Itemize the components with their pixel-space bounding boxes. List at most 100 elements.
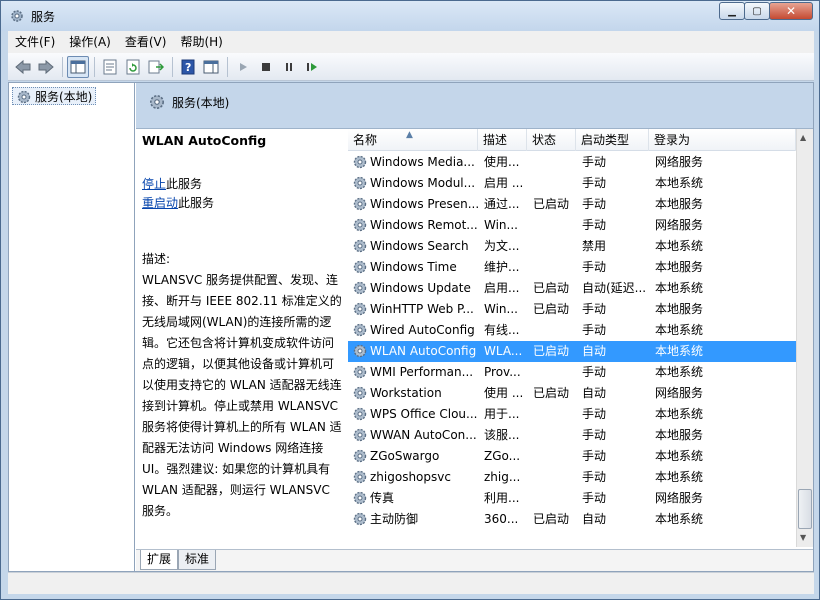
description-line: 以使用支持它的 WLAN 适配器无线连 [142, 378, 342, 392]
start-service-button[interactable] [232, 56, 254, 78]
service-startup-type-cell: 手动 [582, 470, 607, 484]
restart-service-link[interactable]: 重启动 [142, 196, 178, 210]
export-list-button[interactable] [145, 56, 167, 78]
column-header-log-on-as[interactable]: 登录为 [649, 129, 796, 151]
tab-label: 扩展 [147, 552, 172, 566]
tab-extended[interactable]: 扩展 [140, 550, 179, 570]
scroll-up-icon[interactable]: ▲ [800, 133, 806, 142]
service-description-cell: 为文... [484, 239, 520, 253]
status-bar [8, 572, 814, 594]
description-line: 服务将使得计算机上的所有 WLAN 适 [142, 420, 342, 434]
column-header-description[interactable]: 描述 [478, 129, 527, 151]
action-pane-button[interactable] [200, 56, 222, 78]
toolbar: ? [8, 53, 814, 81]
table-row[interactable]: Windows Presen... 通过... 已启动 手动 本地服务 [348, 194, 796, 215]
restart-service-button[interactable] [301, 56, 323, 78]
table-row[interactable]: WMI Performan... Prov... 手动 本地系统 [348, 362, 796, 383]
service-startup-type-cell: 手动 [582, 197, 607, 211]
vertical-scrollbar[interactable]: ▲ ▼ [796, 129, 813, 547]
tree-item-services-local[interactable]: 服务(本地) [12, 87, 97, 105]
service-description-cell: 维护... [484, 260, 520, 274]
service-startup-type-cell: 手动 [582, 428, 607, 442]
table-row[interactable]: Workstation 使用 ... 已启动 自动 网络服务 [348, 383, 796, 404]
column-header-startup-type[interactable]: 启动类型 [576, 129, 649, 151]
menu-view[interactable]: 查看(V) [118, 31, 174, 53]
menu-action[interactable]: 操作(A) [62, 31, 118, 53]
column-header-name[interactable]: ▲ 名称 [348, 129, 478, 151]
service-gear-icon [353, 260, 367, 274]
pause-service-button[interactable] [278, 56, 300, 78]
table-row[interactable]: Windows Search 为文... 禁用 本地系统 [348, 236, 796, 257]
service-startup-type-cell: 自动 [582, 512, 607, 526]
back-button[interactable] [12, 56, 34, 78]
service-status-cell [533, 215, 578, 236]
close-button[interactable]: ✕ [769, 2, 813, 20]
tab-standard[interactable]: 标准 [178, 550, 217, 570]
stop-service-link[interactable]: 停止 [142, 177, 166, 191]
table-row[interactable]: WinHTTP Web P... Win... 已启动 手动 本地服务 [348, 299, 796, 320]
description-line: 配器无法访问 Windows 网络连接 [142, 441, 324, 455]
minimize-button[interactable]: ▁ [719, 2, 745, 20]
refresh-button[interactable] [122, 56, 144, 78]
title-bar[interactable]: 服务 ▁ ▢ ✕ [1, 1, 819, 31]
tree-item-label: 服务(本地) [35, 90, 93, 104]
column-header-label: 名称 [353, 133, 378, 147]
toolbar-separator [62, 56, 63, 77]
service-name-cell: Windows Presen... [370, 197, 478, 211]
service-name-cell: Windows Remot... [370, 218, 478, 232]
table-row[interactable]: zhigoshopsvc zhig... 手动 本地系统 [348, 467, 796, 488]
service-gear-icon [353, 491, 367, 505]
table-row[interactable]: 传真 利用... 手动 网络服务 [348, 488, 796, 509]
table-row[interactable]: Windows Modul... 启用 ... 手动 本地系统 [348, 173, 796, 194]
restart-service-suffix: 此服务 [178, 196, 215, 210]
service-description-cell: Win... [484, 302, 518, 316]
service-startup-type-cell: 自动 [582, 344, 607, 358]
selected-service-name: WLAN AutoConfig [142, 133, 267, 148]
service-gear-icon [353, 281, 367, 295]
console-tree: 服务(本地) [9, 83, 135, 571]
column-header-status[interactable]: 状态 [527, 129, 576, 151]
service-log-on-as-cell: 本地系统 [655, 365, 704, 379]
service-description-cell: Win... [484, 218, 518, 232]
service-description-panel: WLAN AutoConfig 停止此服务 重启动此服务 描述: WLANSVC… [136, 129, 346, 549]
service-gear-icon [353, 365, 367, 379]
toolbar-separator [94, 56, 95, 77]
table-row[interactable]: WLAN AutoConfig WLA... 已启动 自动 本地系统 [348, 341, 796, 362]
table-row[interactable]: WPS Office Clou... 用于... 手动 本地系统 [348, 404, 796, 425]
table-row[interactable]: WWAN AutoCon... 该服... 手动 本地服务 [348, 425, 796, 446]
description-line: 无线局域网(WLAN)的连接所需的逻 [142, 315, 332, 329]
service-description-cell: 使用... [484, 155, 520, 169]
service-name-cell: WLAN AutoConfig [370, 344, 477, 358]
services-gear-icon [11, 10, 23, 22]
help-icon: ? [181, 59, 195, 74]
show-hide-console-tree-button[interactable] [67, 55, 89, 78]
refresh-icon [126, 59, 140, 74]
service-description-cell: WLA... [484, 344, 523, 358]
forward-button[interactable] [35, 56, 57, 78]
service-startup-type-cell: 手动 [582, 260, 607, 274]
stop-service-button[interactable] [255, 56, 277, 78]
menu-file[interactable]: 文件(F) [8, 31, 62, 53]
pane-header: 服务(本地) [136, 83, 813, 129]
menu-help[interactable]: 帮助(H) [173, 31, 229, 53]
tab-label: 标准 [185, 552, 210, 566]
scroll-down-icon[interactable]: ▼ [800, 533, 806, 542]
scrollbar-thumb[interactable] [798, 489, 812, 529]
table-row[interactable]: ZGoSwargo ZGo... 手动 本地系统 [348, 446, 796, 467]
table-row[interactable]: Windows Time 维护... 手动 本地服务 [348, 257, 796, 278]
service-gear-icon [353, 428, 367, 442]
table-row[interactable]: Windows Media... 使用... 手动 网络服务 [348, 152, 796, 173]
table-row[interactable]: Windows Remot... Win... 手动 网络服务 [348, 215, 796, 236]
service-log-on-as-cell: 网络服务 [655, 491, 704, 505]
help-button[interactable]: ? [177, 56, 199, 78]
maximize-button[interactable]: ▢ [744, 2, 770, 20]
menu-bar: 文件(F) 操作(A) 查看(V) 帮助(H) [8, 31, 814, 53]
service-status-cell: 已启动 [533, 386, 570, 400]
table-row[interactable]: 主动防御 360... 已启动 自动 本地系统 [348, 509, 796, 530]
properties-button[interactable] [99, 56, 121, 78]
service-log-on-as-cell: 本地系统 [655, 512, 704, 526]
table-row[interactable]: Wired AutoConfig 有线... 手动 本地系统 [348, 320, 796, 341]
service-description-cell: 使用 ... [484, 386, 524, 400]
service-description-cell: 用于... [484, 407, 520, 421]
table-row[interactable]: Windows Update 启用... 已启动 自动(延迟... 本地系统 [348, 278, 796, 299]
